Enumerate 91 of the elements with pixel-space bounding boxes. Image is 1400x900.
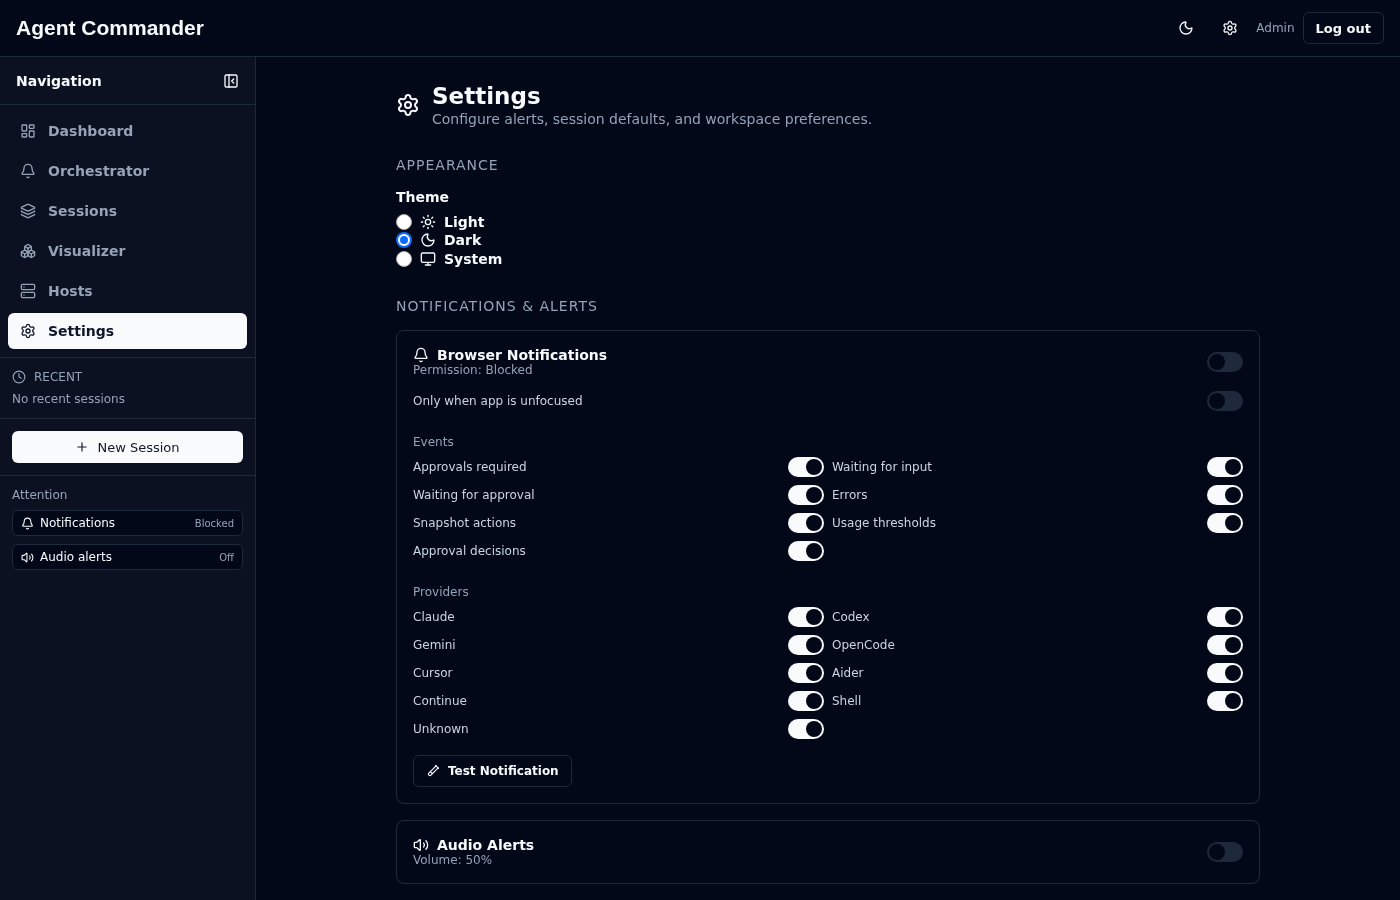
user-name: Admin xyxy=(1256,21,1295,35)
radio-label: Light xyxy=(444,213,485,230)
empty-message: No recent sessions xyxy=(12,392,126,406)
toggle-switch[interactable] xyxy=(1207,691,1243,711)
toggle-switch[interactable] xyxy=(788,663,824,683)
gear-icon xyxy=(396,92,420,117)
volume-text: Volume: 50% xyxy=(413,853,494,867)
server-icon xyxy=(20,283,36,299)
moon-icon xyxy=(420,232,436,249)
toggle-switch[interactable] xyxy=(788,513,824,533)
attention-status: Blocked xyxy=(194,517,234,529)
recent-heading: RECENT xyxy=(34,370,83,384)
section-heading: NOTIFICATIONS & ALERTS xyxy=(396,298,599,314)
radio-button[interactable] xyxy=(396,250,412,267)
page-subtitle: Configure alerts, session defaults, and workspace preferences. xyxy=(432,110,873,127)
clock-icon xyxy=(12,370,26,384)
speaker-icon xyxy=(21,550,34,564)
toggle-label: Approval decisions xyxy=(413,544,526,558)
attention-label: Audio alerts xyxy=(40,550,113,564)
radio-button[interactable] xyxy=(396,232,412,249)
toggle-switch[interactable] xyxy=(788,485,824,505)
section-heading: APPEARANCE xyxy=(396,156,500,173)
toggle-switch[interactable] xyxy=(1207,607,1243,627)
radio-label: System xyxy=(444,250,503,267)
card-title: Audio Alerts xyxy=(437,837,535,853)
nav-item[interactable]: Settings xyxy=(8,313,247,349)
app-title: Agent Commander xyxy=(16,16,205,40)
bell-icon xyxy=(413,347,429,363)
nav-item[interactable]: Sessions xyxy=(8,193,247,229)
card-title: Browser Notifications xyxy=(437,347,608,363)
toggle-switch[interactable] xyxy=(788,457,824,477)
toggle-switch[interactable] xyxy=(788,691,824,711)
nav-item[interactable]: Visualizer xyxy=(8,233,247,269)
attention-item[interactable]: Audio alerts Off xyxy=(12,544,243,570)
speaker-icon xyxy=(413,837,429,853)
radio-label: Dark xyxy=(444,232,482,249)
permission-status: Permission: Blocked xyxy=(413,363,534,377)
nav-item[interactable]: Dashboard xyxy=(8,113,247,149)
toggle-switch[interactable] xyxy=(788,719,824,739)
toggle-switch[interactable] xyxy=(1207,513,1243,533)
group-heading: Events xyxy=(413,435,455,449)
toggle-label: Waiting for approval xyxy=(413,488,535,502)
gear-icon xyxy=(20,323,36,339)
toggle-switch[interactable] xyxy=(1207,485,1243,505)
monitor-icon xyxy=(420,250,436,267)
toggle-label: Claude xyxy=(413,610,455,624)
field-label: Theme xyxy=(396,188,451,205)
toggle-label: Snapshot actions xyxy=(413,516,517,530)
toggle-switch[interactable] xyxy=(1207,842,1243,862)
toggle-label: Only when app is unfocused xyxy=(413,394,583,408)
toggle-label: Errors xyxy=(832,488,868,502)
attention-status: Off xyxy=(219,551,234,563)
toggle-switch[interactable] xyxy=(788,541,824,561)
toggle-label: Usage thresholds xyxy=(832,516,936,530)
bell-icon xyxy=(21,516,34,530)
toggle-label: Continue xyxy=(413,694,467,708)
toggle-label: Waiting for input xyxy=(832,460,933,474)
toggle-switch[interactable] xyxy=(1207,635,1243,655)
toggle-label: Approvals required xyxy=(413,460,527,474)
toggle-switch[interactable] xyxy=(788,607,824,627)
toggle-label: Cursor xyxy=(413,666,453,680)
toggle-switch[interactable] xyxy=(788,635,824,655)
boxes-icon xyxy=(20,243,36,259)
attention-heading: Attention xyxy=(12,488,69,502)
toggle-switch[interactable] xyxy=(1207,663,1243,683)
radio-button[interactable] xyxy=(396,213,412,230)
test-notification-button[interactable]: Test Notification xyxy=(413,755,572,787)
toggle-label: OpenCode xyxy=(832,638,895,652)
attention-label: Notifications xyxy=(40,516,117,530)
group-heading: Providers xyxy=(413,585,470,599)
new-session-button[interactable]: New Session xyxy=(12,431,243,463)
toggle-label: Gemini xyxy=(413,638,456,652)
toggle-switch[interactable] xyxy=(1207,391,1243,411)
plus-icon xyxy=(75,440,90,454)
toggle-label: Shell xyxy=(832,694,862,708)
toggle-switch[interactable] xyxy=(1207,457,1243,477)
sidebar-title: Navigation xyxy=(16,72,102,89)
toggle-label: Aider xyxy=(832,666,864,680)
toggle-label: Unknown xyxy=(413,722,469,736)
logout-button[interactable]: Log out xyxy=(1302,12,1384,44)
layers-icon xyxy=(20,203,36,219)
dashboard-icon xyxy=(20,123,36,139)
toggle-label: Codex xyxy=(832,610,870,624)
nav-item[interactable]: Hosts xyxy=(8,273,247,309)
nav-item[interactable]: Orchestrator xyxy=(8,153,247,189)
toggle-switch[interactable] xyxy=(1207,352,1243,372)
bell-icon xyxy=(20,163,36,179)
attention-item[interactable]: Notifications Blocked xyxy=(12,510,243,536)
page-title: Settings xyxy=(432,83,542,111)
collapse-sidebar-icon[interactable] xyxy=(223,72,239,89)
sun-icon xyxy=(420,213,436,230)
